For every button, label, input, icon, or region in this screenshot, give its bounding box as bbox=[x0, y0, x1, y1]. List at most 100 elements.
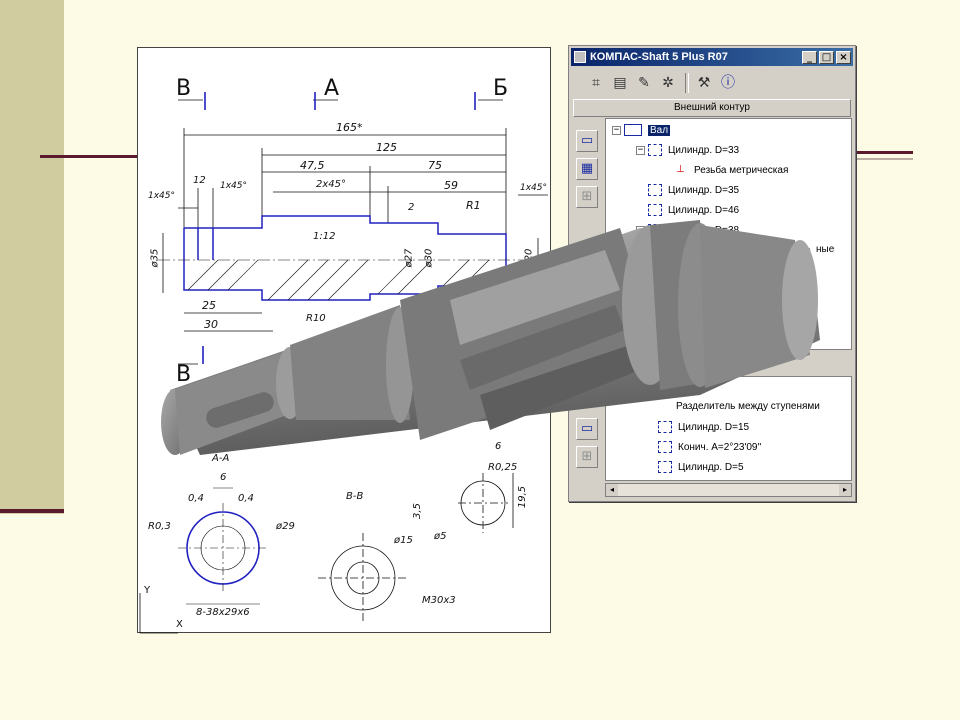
dim-30: 30 bbox=[204, 318, 218, 331]
cylinder-icon bbox=[648, 184, 662, 196]
tree-root-label: Вал bbox=[648, 124, 671, 136]
app-icon bbox=[574, 51, 586, 63]
dim-47-5: 47,5 bbox=[300, 159, 325, 172]
dim-3-5: 3,5 bbox=[411, 503, 423, 519]
dim-r0-25: R0,25 bbox=[488, 462, 518, 473]
dim-chamfer-2: 1x45° bbox=[220, 181, 248, 191]
dim-chamfer-4: 1x45° bbox=[520, 183, 548, 193]
tree-root[interactable]: − Вал bbox=[612, 124, 671, 136]
parameters-icon[interactable]: ✲ bbox=[657, 72, 679, 94]
section-label-vv: В-В bbox=[346, 491, 364, 502]
dim-12: 12 bbox=[193, 175, 206, 186]
minimize-button[interactable]: _ bbox=[802, 50, 817, 64]
dim-chamfer-1: 1x45° bbox=[148, 191, 176, 201]
element-side-rail: ▭ ▦ ⊞ ▭ ⊞ bbox=[573, 118, 603, 478]
dim-phi35: ø35 bbox=[149, 248, 161, 268]
tree-item-label: Цилиндр. D=38 bbox=[668, 224, 740, 236]
dim-phi27: ø27 bbox=[403, 248, 415, 268]
cylinder-icon bbox=[648, 144, 662, 156]
dim-r1: R1 bbox=[466, 199, 481, 212]
tree-item-label: Цилиндр. D=5 bbox=[678, 461, 744, 473]
dim-phi30: ø30 bbox=[423, 248, 435, 268]
drawing-lines bbox=[139, 92, 548, 634]
inner-contour-tree-pane[interactable]: Разделитель между ступенями Цилиндр. D=1… bbox=[605, 376, 852, 481]
dim-spline: 8-38x29x6 bbox=[196, 607, 250, 618]
dim-phi5: ø5 bbox=[434, 531, 447, 542]
dim-0-4-a: 0,4 bbox=[188, 493, 204, 504]
cylinder-element-icon[interactable]: ▭ bbox=[576, 130, 598, 152]
dim-19-5: 19,5 bbox=[517, 485, 529, 509]
shaft-icon bbox=[624, 124, 642, 136]
close-button[interactable]: × bbox=[836, 50, 851, 64]
section-letter-be-top: Б bbox=[493, 76, 509, 101]
tree-item-label: Разделитель между ступенями bbox=[676, 401, 820, 412]
tree-item-cyl-46[interactable]: Цилиндр. D=46 bbox=[648, 204, 739, 216]
section-letter-v-top: В bbox=[176, 76, 192, 101]
dim-phi20: ø20 bbox=[523, 248, 535, 268]
tree-toggle[interactable]: − bbox=[636, 145, 645, 155]
dim-25: 25 bbox=[202, 299, 216, 312]
thread-icon: ⊥ bbox=[676, 164, 685, 175]
tree-item-divider[interactable]: Разделитель между ступенями bbox=[676, 401, 820, 412]
tree-item-cyl-15[interactable]: Цилиндр. D=15 bbox=[658, 421, 749, 433]
dim-r0-3: R0,3 bbox=[148, 521, 171, 532]
tree-item-label: Цилиндр. D=46 bbox=[668, 204, 740, 216]
section-letter-v-left: В bbox=[176, 362, 192, 387]
axis-y-label: Y bbox=[144, 585, 151, 596]
tree-item-label: Резьба метрическая bbox=[694, 164, 789, 176]
dim-2: 2 bbox=[408, 202, 415, 213]
cylinder-icon bbox=[658, 461, 672, 473]
cone-icon bbox=[658, 441, 672, 453]
dim-0-4-b: 0,4 bbox=[238, 493, 254, 504]
tree-item-cyl-33[interactable]: − Цилиндр. D=33 bbox=[636, 144, 739, 156]
info-icon[interactable]: ⓘ bbox=[717, 72, 739, 94]
dim-75: 75 bbox=[428, 159, 442, 172]
model-tree-pane[interactable]: − Вал − Цилиндр. D=33 ⊥ Резьба метрическ… bbox=[605, 118, 852, 350]
section-letter-a-top: А bbox=[324, 76, 340, 101]
maximize-button[interactable]: □ bbox=[819, 50, 834, 64]
calculation-icon[interactable]: ⚒ bbox=[693, 72, 715, 94]
tree-item-label: Цилиндр. D=15 bbox=[678, 421, 750, 433]
outer-contour-header[interactable]: Внешний контур bbox=[573, 99, 851, 117]
cylinder-icon bbox=[648, 204, 662, 216]
edit-icon[interactable]: ✎ bbox=[633, 72, 655, 94]
dim-125: 125 bbox=[376, 141, 397, 154]
tree-toggle-root[interactable]: − bbox=[612, 125, 621, 135]
cylinder-icon bbox=[648, 224, 662, 236]
hatched-element-icon[interactable]: ▦ bbox=[576, 158, 598, 180]
dim-chamfer-5: 1x45° bbox=[414, 297, 442, 307]
tree-item-label: Конич. A=2°23'09'' bbox=[678, 441, 762, 453]
window-titlebar[interactable]: КОМПАС-Shaft 5 Plus R07 _ □ × bbox=[571, 48, 853, 66]
decor-rule-left bbox=[40, 155, 140, 158]
tree-item-partial[interactable]: ные bbox=[816, 244, 834, 255]
tree-item-label: Цилиндр. D=35 bbox=[668, 184, 740, 196]
shaft-app-window: КОМПАС-Shaft 5 Plus R07 _ □ × ⌗ ▤ ✎ ✲ ⚒ … bbox=[568, 45, 856, 502]
cylinder-icon bbox=[658, 421, 672, 433]
tree-item-cone[interactable]: Конич. A=2°23'09'' bbox=[658, 441, 761, 453]
new-element-icon[interactable]: ⌗ bbox=[585, 72, 607, 94]
scroll-left-icon[interactable]: ◂ bbox=[606, 484, 618, 496]
dim-taper: 1:12 bbox=[313, 231, 336, 242]
dim-59: 59 bbox=[444, 179, 458, 192]
tree-item-cyl-35[interactable]: Цилиндр. D=35 bbox=[648, 184, 739, 196]
tree-item-label: ные bbox=[816, 244, 835, 255]
axis-x-label: X bbox=[176, 619, 183, 630]
disabled-element-icon[interactable]: ⊞ bbox=[576, 186, 598, 208]
tree-item-thread[interactable]: ⊥ Резьба метрическая bbox=[676, 164, 788, 176]
scroll-right-icon[interactable]: ▸ bbox=[839, 484, 851, 496]
tree-toggle[interactable]: − bbox=[636, 225, 645, 235]
lower-element-icon[interactable]: ▭ bbox=[576, 418, 598, 440]
section-label-aa: А-А bbox=[212, 453, 230, 464]
tree-item-cyl-5[interactable]: Цилиндр. D=5 bbox=[658, 461, 744, 473]
save-icon[interactable]: ▤ bbox=[609, 72, 631, 94]
left-decor-band bbox=[0, 0, 64, 514]
dim-r10: R10 bbox=[306, 313, 326, 324]
horizontal-scrollbar[interactable]: ◂ ▸ bbox=[605, 483, 852, 497]
dim-m30: M30x3 bbox=[422, 595, 456, 606]
window-title: КОМПАС-Shaft 5 Plus R07 bbox=[590, 51, 728, 63]
decor-rule-right bbox=[855, 151, 913, 154]
tree-item-cyl-38[interactable]: − Цилиндр. D=38 bbox=[636, 224, 739, 236]
dim-chamfer-3: 2x45° bbox=[316, 179, 347, 190]
left-band-underline bbox=[0, 509, 64, 513]
lower-disabled-icon[interactable]: ⊞ bbox=[576, 446, 598, 468]
